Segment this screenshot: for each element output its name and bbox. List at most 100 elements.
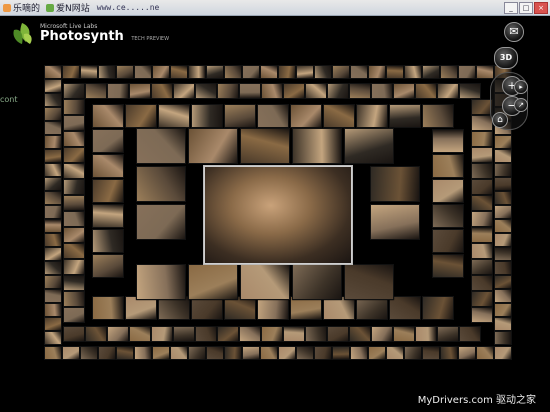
photo-thumbnail[interactable] <box>494 331 512 345</box>
photo-thumbnail[interactable] <box>314 346 332 360</box>
photo-thumbnail[interactable] <box>63 131 85 147</box>
photo-thumbnail[interactable] <box>471 291 493 307</box>
photo-thumbnail[interactable] <box>368 346 386 360</box>
photo-thumbnail[interactable] <box>305 326 327 342</box>
photo-thumbnail[interactable] <box>136 166 186 202</box>
photo-thumbnail[interactable] <box>92 254 124 278</box>
photo-thumbnail[interactable] <box>494 177 512 191</box>
photo-thumbnail[interactable] <box>459 326 481 342</box>
photo-thumbnail[interactable] <box>44 303 62 317</box>
photo-thumbnail[interactable] <box>195 326 217 342</box>
photo-thumbnail[interactable] <box>63 195 85 211</box>
photo-thumbnail[interactable] <box>494 191 512 205</box>
photo-thumbnail[interactable] <box>471 131 493 147</box>
photo-thumbnail[interactable] <box>471 163 493 179</box>
photo-thumbnail[interactable] <box>125 104 157 128</box>
photo-thumbnail[interactable] <box>471 259 493 275</box>
photo-thumbnail[interactable] <box>224 104 256 128</box>
photo-thumbnail[interactable] <box>344 128 394 164</box>
photo-thumbnail[interactable] <box>432 204 464 228</box>
photo-thumbnail[interactable] <box>327 83 349 99</box>
photo-thumbnail[interactable] <box>63 259 85 275</box>
photo-thumbnail[interactable] <box>63 211 85 227</box>
photo-thumbnail[interactable] <box>494 247 512 261</box>
photo-thumbnail[interactable] <box>476 65 494 79</box>
photo-thumbnail[interactable] <box>63 179 85 195</box>
photo-thumbnail[interactable] <box>92 296 124 320</box>
photo-thumbnail[interactable] <box>63 83 85 99</box>
photo-thumbnail[interactable] <box>368 65 386 79</box>
photo-thumbnail[interactable] <box>44 79 62 93</box>
photo-thumbnail[interactable] <box>292 128 342 164</box>
photo-thumbnail[interactable] <box>62 346 80 360</box>
photo-thumbnail[interactable] <box>44 177 62 191</box>
photo-thumbnail[interactable] <box>44 261 62 275</box>
photo-thumbnail[interactable] <box>283 83 305 99</box>
photo-thumbnail[interactable] <box>63 147 85 163</box>
photo-thumbnail[interactable] <box>432 254 464 278</box>
photo-thumbnail[interactable] <box>356 104 388 128</box>
photo-thumbnail[interactable] <box>92 154 124 178</box>
photo-thumbnail[interactable] <box>432 179 464 203</box>
photo-thumbnail[interactable] <box>206 65 224 79</box>
photo-thumbnail[interactable] <box>85 83 107 99</box>
photo-thumbnail[interactable] <box>152 65 170 79</box>
photo-thumbnail[interactable] <box>134 65 152 79</box>
photo-thumbnail[interactable] <box>422 346 440 360</box>
photo-thumbnail[interactable] <box>371 326 393 342</box>
photo-thumbnail[interactable] <box>471 179 493 195</box>
photo-thumbnail[interactable] <box>305 83 327 99</box>
photo-thumbnail[interactable] <box>92 104 124 128</box>
photo-thumbnail[interactable] <box>44 65 62 79</box>
photo-thumbnail[interactable] <box>195 83 217 99</box>
photo-thumbnail[interactable] <box>80 346 98 360</box>
photo-thumbnail[interactable] <box>63 243 85 259</box>
photo-thumbnail[interactable] <box>314 65 332 79</box>
photo-thumbnail[interactable] <box>92 129 124 153</box>
photo-thumbnail[interactable] <box>44 289 62 303</box>
photo-thumbnail[interactable] <box>437 83 459 99</box>
photo-thumbnail[interactable] <box>389 104 421 128</box>
photo-thumbnail[interactable] <box>44 93 62 107</box>
photo-thumbnail[interactable] <box>349 83 371 99</box>
photo-thumbnail[interactable] <box>63 326 85 342</box>
next-arrow-icon[interactable]: ▸ <box>514 80 528 94</box>
photo-thumbnail[interactable] <box>458 65 476 79</box>
photo-thumbnail[interactable] <box>44 275 62 289</box>
photo-thumbnail[interactable] <box>370 204 420 240</box>
photo-thumbnail[interactable] <box>92 204 124 228</box>
photo-thumbnail[interactable] <box>261 326 283 342</box>
photo-thumbnail[interactable] <box>494 233 512 247</box>
photo-thumbnail[interactable] <box>170 346 188 360</box>
photo-thumbnail[interactable] <box>224 65 242 79</box>
photo-thumbnail[interactable] <box>44 135 62 149</box>
photo-thumbnail[interactable] <box>290 104 322 128</box>
photo-thumbnail[interactable] <box>44 191 62 205</box>
photo-thumbnail[interactable] <box>494 275 512 289</box>
photo-thumbnail[interactable] <box>440 346 458 360</box>
expand-arrow-icon[interactable]: ↗ <box>514 98 528 112</box>
photo-thumbnail[interactable] <box>151 326 173 342</box>
photo-thumbnail[interactable] <box>471 147 493 163</box>
photo-thumbnail[interactable] <box>393 326 415 342</box>
photo-thumbnail[interactable] <box>242 65 260 79</box>
photo-thumbnail[interactable] <box>494 261 512 275</box>
photo-thumbnail[interactable] <box>206 346 224 360</box>
photo-thumbnail[interactable] <box>471 275 493 291</box>
photo-thumbnail[interactable] <box>260 346 278 360</box>
photo-thumbnail[interactable] <box>63 275 85 291</box>
photo-thumbnail[interactable] <box>188 346 206 360</box>
photo-thumbnail[interactable] <box>188 65 206 79</box>
photo-thumbnail[interactable] <box>44 247 62 261</box>
photo-thumbnail[interactable] <box>217 326 239 342</box>
photo-thumbnail[interactable] <box>62 65 80 79</box>
photo-thumbnail[interactable] <box>240 128 290 164</box>
photo-thumbnail[interactable] <box>44 121 62 135</box>
selected-photo[interactable] <box>203 165 353 265</box>
photo-thumbnail[interactable] <box>471 227 493 243</box>
photo-thumbnail[interactable] <box>332 346 350 360</box>
photo-thumbnail[interactable] <box>386 65 404 79</box>
photo-thumbnail[interactable] <box>404 346 422 360</box>
photo-thumbnail[interactable] <box>107 326 129 342</box>
photo-thumbnail[interactable] <box>98 346 116 360</box>
